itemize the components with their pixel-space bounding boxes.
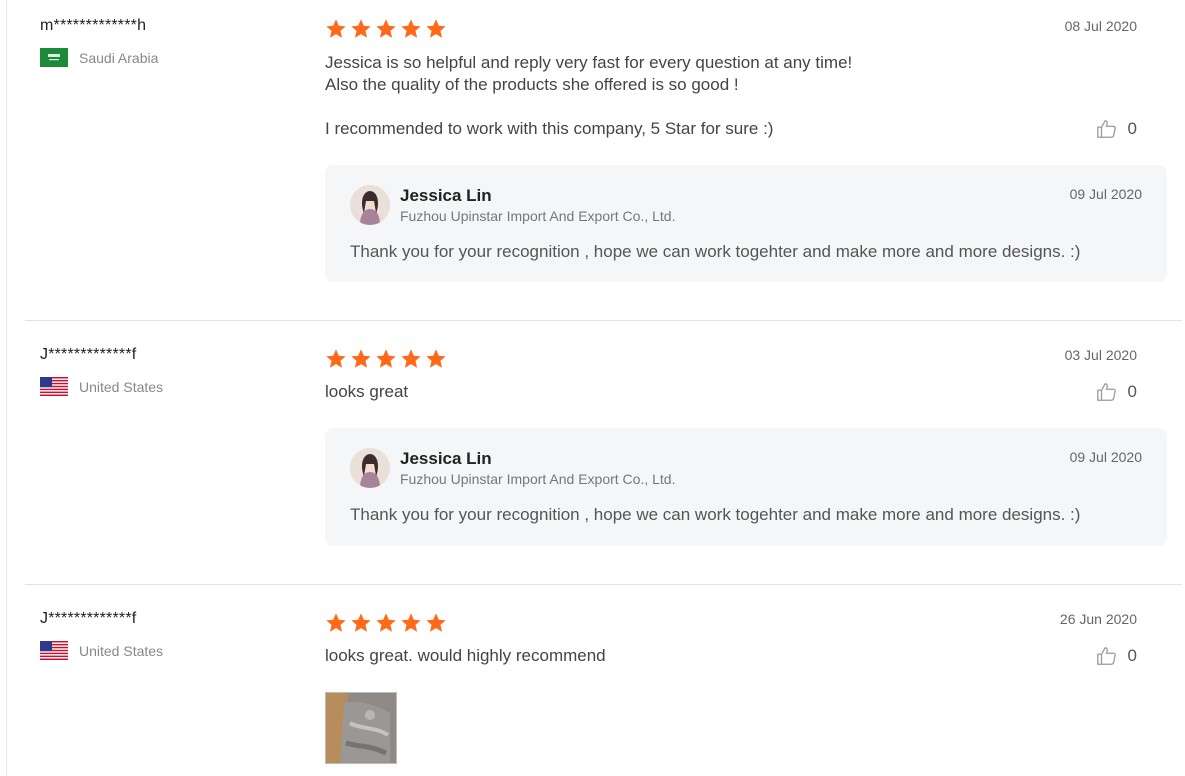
reply-author: Jessica Lin — [400, 449, 492, 468]
review-text-line: Jessica is so helpful and reply very fas… — [325, 53, 853, 72]
star-icon — [426, 613, 446, 632]
star-icon — [426, 349, 446, 368]
reviewer-country: United States — [40, 641, 163, 660]
star-icon — [426, 19, 446, 38]
thumbs-up-icon[interactable] — [1096, 381, 1118, 403]
review-item: J*************f United States 03 Jul 202… — [25, 330, 1182, 584]
united-states-flag-icon — [40, 641, 68, 660]
like-button[interactable]: 0 — [1096, 118, 1137, 140]
united-states-flag-icon — [40, 377, 68, 396]
like-count: 0 — [1127, 646, 1137, 665]
like-button[interactable]: 0 — [1096, 381, 1137, 403]
review-photo-thumbnail[interactable] — [325, 692, 397, 764]
like-count: 0 — [1127, 119, 1137, 138]
reviewer-name: m*************h — [40, 17, 147, 34]
star-icon — [376, 349, 396, 368]
review-divider — [25, 584, 1182, 585]
like-button[interactable]: 0 — [1096, 645, 1137, 667]
star-icon — [376, 613, 396, 632]
review-date: 08 Jul 2020 — [1064, 18, 1137, 34]
thumbs-up-icon[interactable] — [1096, 118, 1118, 140]
thumbs-up-icon[interactable] — [1096, 645, 1118, 667]
country-label: United States — [79, 378, 164, 395]
like-count: 0 — [1127, 382, 1137, 401]
star-icon — [351, 349, 371, 368]
reply-company: Fuzhou Upinstar Import And Export Co., L… — [400, 471, 676, 487]
reviewer-country: United States — [40, 377, 163, 396]
review-item: m*************h Saudi Arabia 08 Jul 2020… — [25, 0, 1182, 320]
rating-stars — [325, 348, 447, 370]
avatar — [350, 448, 390, 488]
star-icon — [326, 349, 346, 368]
country-label: Saudi Arabia — [79, 49, 159, 66]
left-border — [0, 0, 7, 776]
country-label: United States — [79, 642, 164, 659]
seller-reply: Jessica Lin Fuzhou Upinstar Import And E… — [325, 165, 1167, 282]
reply-company: Fuzhou Upinstar Import And Export Co., L… — [400, 208, 676, 224]
star-icon — [351, 19, 371, 38]
review-date: 03 Jul 2020 — [1064, 347, 1137, 363]
rating-stars — [325, 612, 447, 634]
seller-reply: Jessica Lin Fuzhou Upinstar Import And E… — [325, 428, 1167, 546]
reviewer-name: J*************f — [40, 346, 137, 363]
reply-text: Thank you for your recognition , hope we… — [350, 242, 1081, 261]
star-icon — [326, 19, 346, 38]
star-icon — [401, 349, 421, 368]
review-text-line: Also the quality of the products she off… — [325, 75, 739, 94]
reply-author: Jessica Lin — [400, 186, 492, 205]
rating-stars — [325, 18, 447, 40]
reply-text: Thank you for your recognition , hope we… — [350, 505, 1081, 524]
reply-date: 09 Jul 2020 — [1069, 186, 1142, 202]
review-text-line: looks great — [325, 382, 409, 401]
star-icon — [326, 613, 346, 632]
star-icon — [351, 613, 371, 632]
star-icon — [401, 613, 421, 632]
reviewer-name: J*************f — [40, 610, 137, 627]
review-date: 26 Jun 2020 — [1059, 611, 1137, 627]
review-divider — [25, 320, 1182, 321]
reply-date: 09 Jul 2020 — [1069, 449, 1142, 465]
avatar — [350, 185, 390, 225]
star-icon — [401, 19, 421, 38]
star-icon — [376, 19, 396, 38]
review-text-line: I recommended to work with this company,… — [325, 119, 774, 138]
saudi-arabia-flag-icon — [40, 48, 68, 67]
reviewer-country: Saudi Arabia — [40, 48, 158, 67]
review-item: J*************f United States 26 Jun 202… — [25, 594, 1182, 776]
review-text-line: looks great. would highly recommend — [325, 646, 606, 665]
